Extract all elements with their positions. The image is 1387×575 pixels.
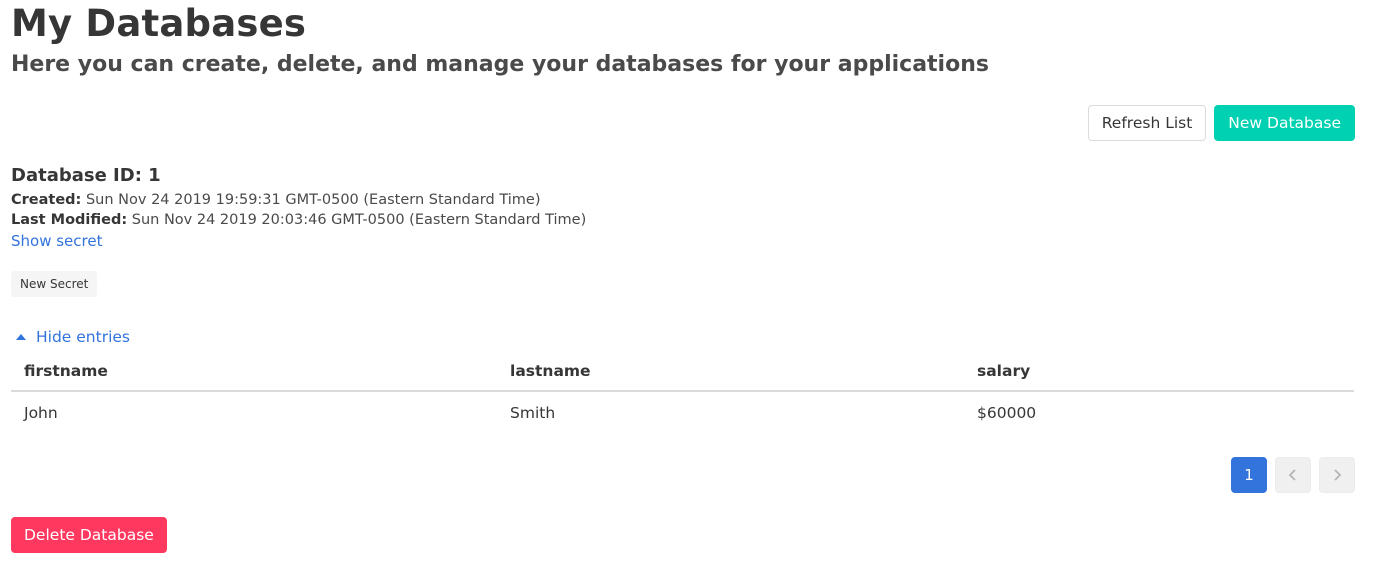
column-header-salary: salary (964, 353, 1354, 392)
last-modified-label: Last Modified: (11, 212, 128, 228)
new-database-button[interactable]: New Database (1214, 105, 1355, 141)
created-line: Created: Sun Nov 24 2019 19:59:31 GMT-05… (11, 192, 540, 208)
table-header-row: firstname lastname salary (11, 353, 1354, 392)
caret-up-icon (16, 334, 26, 340)
hide-entries-toggle[interactable]: Hide entries (16, 328, 130, 346)
next-page-button[interactable] (1319, 457, 1355, 493)
created-label: Created: (11, 192, 82, 208)
column-header-firstname: firstname (11, 353, 497, 392)
cell-lastname: Smith (510, 403, 556, 422)
table-row: John Smith $60000 (11, 391, 1354, 433)
cell-firstname: John (24, 403, 58, 422)
pagination: 1 (1231, 457, 1355, 493)
page-subtitle: Here you can create, delete, and manage … (11, 52, 989, 77)
page-title: My Databases (11, 2, 307, 45)
entries-table: firstname lastname salary John Smith $60… (11, 353, 1354, 433)
cell-salary: $60000 (977, 403, 1037, 422)
previous-page-button[interactable] (1275, 457, 1311, 493)
delete-database-button[interactable]: Delete Database (11, 517, 167, 553)
last-modified-line: Last Modified: Sun Nov 24 2019 20:03:46 … (11, 212, 586, 228)
hide-entries-label: Hide entries (36, 328, 130, 346)
refresh-list-button[interactable]: Refresh List (1087, 105, 1207, 141)
show-secret-link[interactable]: Show secret (11, 232, 102, 250)
toolbar: Refresh List New Database (1087, 105, 1355, 141)
databases-page: My Databases Here you can create, delete… (0, 0, 1387, 575)
chevron-right-icon (1334, 469, 1342, 481)
created-value: Sun Nov 24 2019 19:59:31 GMT-0500 (Easte… (85, 192, 541, 208)
chevron-left-icon (1288, 469, 1296, 481)
database-id-heading: Database ID: 1 (11, 165, 161, 186)
new-secret-button[interactable]: New Secret (11, 271, 98, 297)
page-1-button[interactable]: 1 (1231, 457, 1267, 493)
column-header-lastname: lastname (497, 353, 964, 392)
last-modified-value: Sun Nov 24 2019 20:03:46 GMT-0500 (Easte… (131, 212, 587, 228)
